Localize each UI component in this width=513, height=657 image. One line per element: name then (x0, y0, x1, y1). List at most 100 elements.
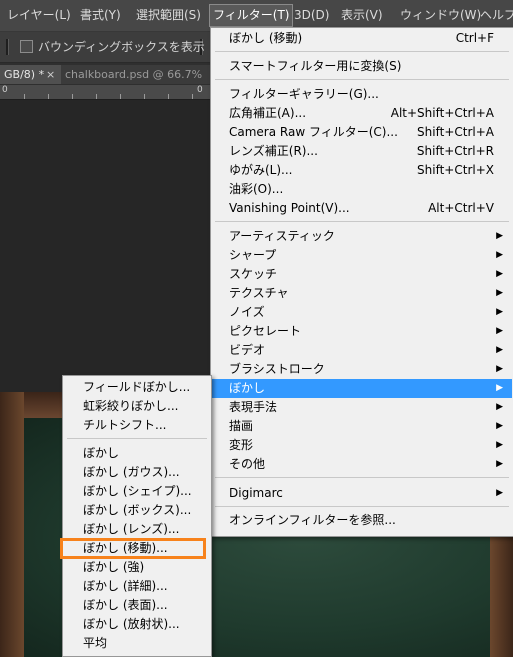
menu-separator (215, 79, 509, 80)
ruler-tick (24, 94, 25, 99)
menu-item-vanishing-point[interactable]: Vanishing Point(V)... Alt+Ctrl+V (212, 199, 512, 218)
menu-item-digimarc[interactable]: Digimarc ▶ (212, 484, 512, 503)
menu-3d[interactable]: 3D(D) (291, 5, 332, 26)
submenu-item-iris-blur[interactable]: 虹彩絞りぼかし... (64, 397, 210, 416)
submenu-item-average[interactable]: 平均 (64, 634, 210, 653)
menu-item-texture[interactable]: テクスチャ ▶ (212, 284, 512, 303)
menu-item-last-filter[interactable]: ぼかし (移動) Ctrl+F (212, 29, 512, 48)
ruler-label: 0 (197, 85, 203, 95)
options-grip (6, 39, 9, 55)
show-bounding-box-label: バウンディングボックスを表示 (38, 40, 205, 54)
submenu-arrow-icon: ▶ (496, 402, 503, 412)
menu-item-smart-filter[interactable]: スマートフィルター用に変換(S) (212, 57, 512, 76)
menu-item-label: Camera Raw フィルター(C)... (229, 125, 398, 139)
menu-separator (67, 438, 207, 439)
menu-item-blur[interactable]: ぼかし ▶ (212, 379, 512, 398)
menu-item-lens-correction[interactable]: レンズ補正(R)... Shift+Ctrl+R (212, 142, 512, 161)
menu-item-shortcut: Shift+Ctrl+X (417, 163, 494, 177)
menu-item-label: ぼかし (放射状)... (83, 617, 180, 631)
ruler-tick (120, 94, 121, 99)
chalkboard-frame-left (0, 392, 24, 657)
submenu-item-surface-blur[interactable]: ぼかし (表面)... (64, 596, 210, 615)
menu-item-video[interactable]: ビデオ ▶ (212, 341, 512, 360)
submenu-arrow-icon: ▶ (496, 250, 503, 260)
submenu-arrow-icon: ▶ (496, 421, 503, 431)
submenu-arrow-icon: ▶ (496, 231, 503, 241)
menu-item-sharpen[interactable]: シャープ ▶ (212, 246, 512, 265)
menu-item-liquify[interactable]: ゆがみ(L)... Shift+Ctrl+X (212, 161, 512, 180)
menu-item-label: フィルターギャラリー(G)... (229, 87, 379, 101)
menu-type[interactable]: 書式(Y) (77, 5, 124, 26)
menu-item-label: 油彩(O)... (229, 182, 284, 196)
tab-chalkboard-label: chalkboard.psd @ 66.7% (65, 68, 203, 81)
submenu-item-blur[interactable]: ぼかし (64, 444, 210, 463)
menu-item-camera-raw[interactable]: Camera Raw フィルター(C)... Shift+Ctrl+A (212, 123, 512, 142)
submenu-arrow-icon: ▶ (496, 488, 503, 498)
menu-filter[interactable]: フィルター(T) (209, 4, 294, 27)
show-bounding-box-checkbox[interactable] (20, 40, 33, 53)
menu-item-stylize[interactable]: 表現手法 ▶ (212, 398, 512, 417)
submenu-item-smart-blur[interactable]: ぼかし (詳細)... (64, 577, 210, 596)
submenu-item-lens-blur[interactable]: ぼかし (レンズ)... (64, 520, 210, 539)
menu-item-label: Vanishing Point(V)... (229, 201, 350, 215)
ruler-tick (144, 94, 145, 99)
submenu-arrow-icon: ▶ (496, 288, 503, 298)
menu-item-adaptive-wide-angle[interactable]: 広角補正(A)... Alt+Shift+Ctrl+A (212, 104, 512, 123)
submenu-item-blur-more[interactable]: ぼかし (強) (64, 558, 210, 577)
menu-window[interactable]: ウィンドウ(W) (397, 5, 484, 26)
menu-layer[interactable]: レイヤー(L) (4, 5, 74, 26)
submenu-item-radial-blur[interactable]: ぼかし (放射状)... (64, 615, 210, 634)
menu-item-sketch[interactable]: スケッチ ▶ (212, 265, 512, 284)
menu-item-shortcut: Shift+Ctrl+R (416, 144, 494, 158)
menu-item-noise[interactable]: ノイズ ▶ (212, 303, 512, 322)
menu-separator (215, 477, 509, 478)
menu-item-label: ぼかし (83, 446, 120, 460)
menu-item-label: 表現手法 (229, 400, 278, 414)
submenu-item-tilt-shift[interactable]: チルトシフト... (64, 416, 210, 435)
menu-item-label: ぼかし (詳細)... (83, 579, 168, 593)
menu-item-label: ノイズ (229, 305, 265, 319)
ruler-tick (48, 94, 49, 99)
menu-item-label: 平均 (83, 636, 108, 650)
menu-item-oil-paint[interactable]: 油彩(O)... (212, 180, 512, 199)
menu-separator (215, 221, 509, 222)
menu-item-brush-strokes[interactable]: ブラシストローク ▶ (212, 360, 512, 379)
menu-item-label: ビデオ (229, 343, 266, 357)
menu-item-shortcut: Ctrl+F (455, 31, 494, 45)
menu-item-label: 虹彩絞りぼかし... (83, 399, 179, 413)
filter-menu: ぼかし (移動) Ctrl+F スマートフィルター用に変換(S) フィルターギャ… (210, 27, 513, 537)
menu-item-artistic[interactable]: アーティスティック ▶ (212, 227, 512, 246)
menu-select[interactable]: 選択範囲(S) (133, 5, 204, 26)
menu-item-render[interactable]: 描画 ▶ (212, 417, 512, 436)
menu-separator (215, 51, 509, 52)
tab-chalkboard[interactable]: chalkboard.psd @ 66.7% (61, 65, 229, 84)
menu-item-label: チルトシフト... (83, 418, 167, 432)
menu-item-label: 広角補正(A)... (229, 106, 307, 120)
menu-item-label: オンラインフィルターを参照... (229, 513, 396, 527)
submenu-item-box-blur[interactable]: ぼかし (ボックス)... (64, 501, 210, 520)
menu-separator (215, 506, 509, 507)
menu-item-label: ぼかし (ガウス)... (83, 465, 180, 479)
menu-item-label: アーティスティック (229, 229, 335, 243)
submenu-item-gaussian-blur[interactable]: ぼかし (ガウス)... (64, 463, 210, 482)
menu-item-browse-filters-online[interactable]: オンラインフィルターを参照... (212, 511, 512, 530)
submenu-arrow-icon: ▶ (496, 440, 503, 450)
ruler-tick (96, 94, 97, 99)
menu-item-label: ぼかし (229, 381, 266, 395)
menu-help[interactable]: ヘルプ (477, 5, 513, 26)
menu-view[interactable]: 表示(V) (338, 5, 386, 26)
submenu-arrow-icon: ▶ (496, 269, 503, 279)
menu-item-filter-gallery[interactable]: フィルターギャラリー(G)... (212, 85, 512, 104)
menu-item-label: スマートフィルター用に変換(S) (229, 59, 402, 73)
motion-blur-highlight-frame (60, 538, 206, 559)
menu-item-distort[interactable]: 変形 ▶ (212, 436, 512, 455)
menu-item-other[interactable]: その他 ▶ (212, 455, 512, 474)
menu-item-pixelate[interactable]: ピクセレート ▶ (212, 322, 512, 341)
tab-close-icon[interactable]: × (46, 65, 55, 84)
ruler-label: 0 (2, 85, 8, 95)
tab-active-document[interactable]: GB/8) * (0, 65, 68, 84)
menu-item-label: スケッチ (229, 267, 278, 281)
submenu-item-field-blur[interactable]: フィールドぼかし... (64, 378, 210, 397)
tab-active-label: GB/8) * (4, 68, 45, 81)
submenu-item-shape-blur[interactable]: ぼかし (シェイプ)... (64, 482, 210, 501)
